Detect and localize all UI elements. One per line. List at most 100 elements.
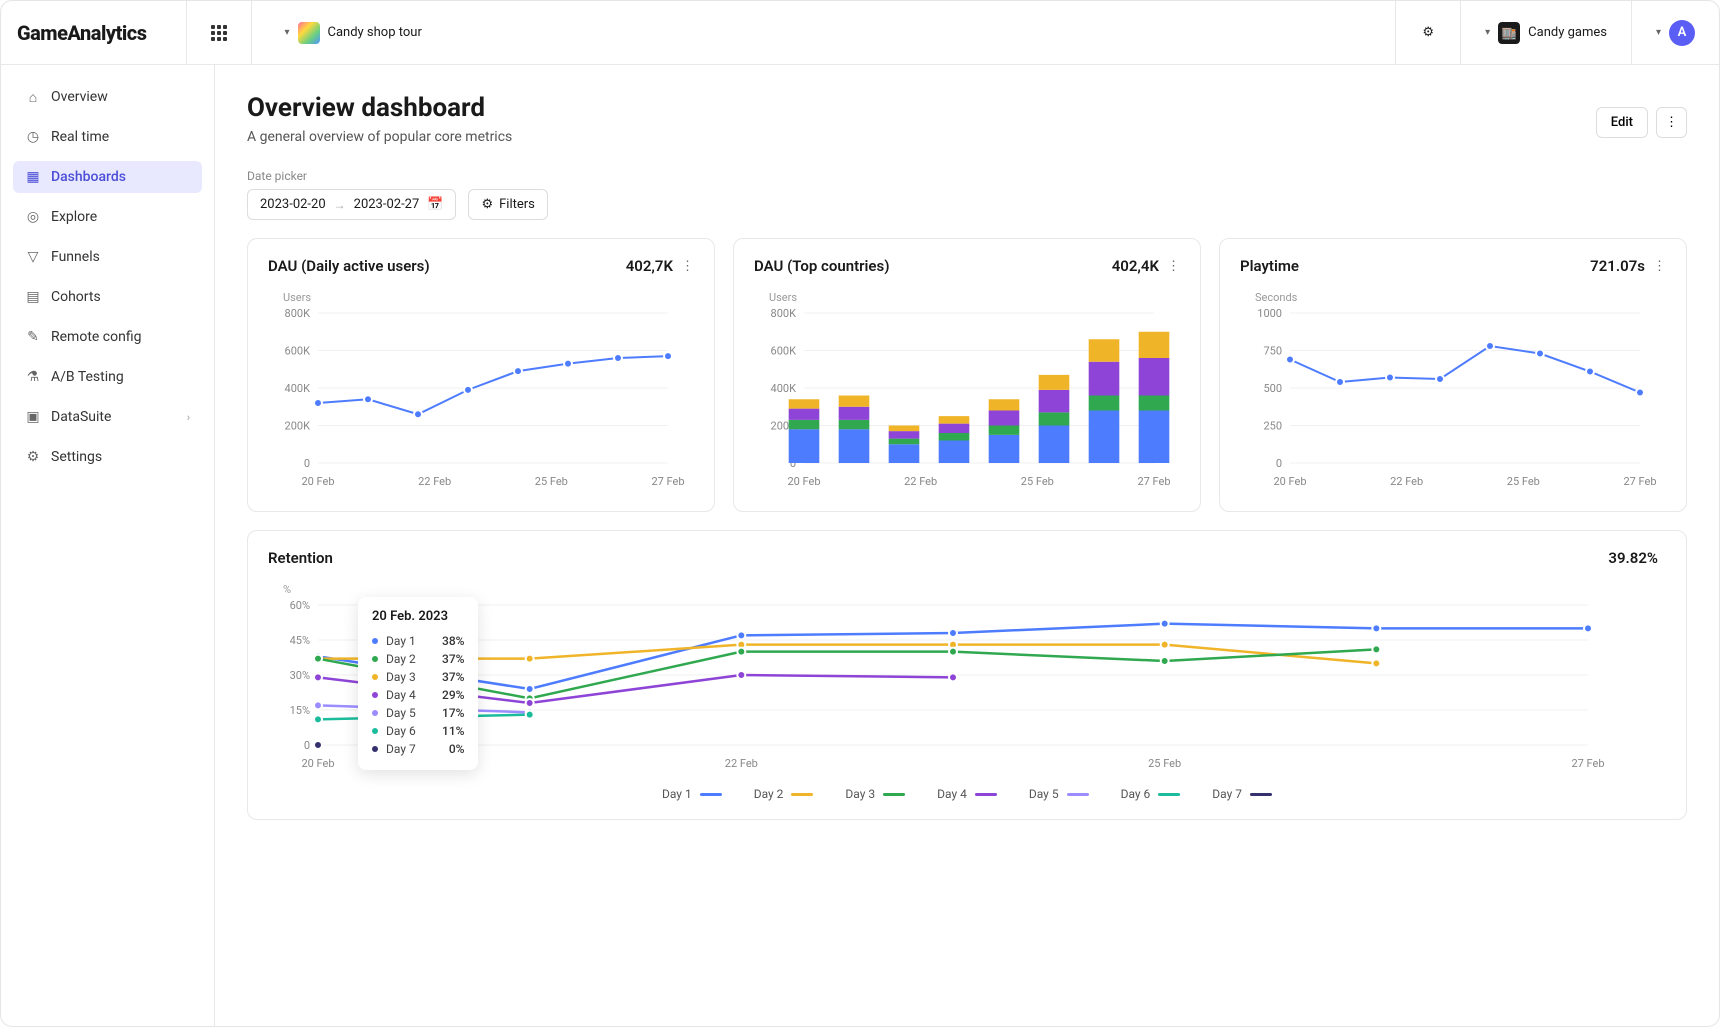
sidebar-item-label: Dashboards	[51, 169, 126, 185]
tooltip-row: Day 429%	[372, 686, 464, 704]
card-value: 402,7K	[626, 257, 673, 275]
sidebar-item-funnels[interactable]: ▽ Funnels	[13, 241, 202, 273]
legend-item[interactable]: Day 3	[845, 787, 905, 801]
more-icon[interactable]: ⋮	[1653, 259, 1666, 274]
sidebar-item-a-b-testing[interactable]: ⚗ A/B Testing	[13, 361, 202, 393]
flask-icon: ⚗	[25, 369, 41, 385]
svg-text:1000: 1000	[1257, 307, 1282, 320]
caret-down-icon: ▾	[1656, 27, 1661, 38]
svg-text:22 Feb: 22 Feb	[904, 475, 937, 488]
gear-icon[interactable]: ⚙	[1412, 17, 1444, 49]
svg-text:22 Feb: 22 Feb	[418, 475, 451, 488]
caret-down-icon: ▾	[284, 27, 289, 38]
funnel-icon: ▽	[25, 249, 41, 265]
sidebar-item-real-time[interactable]: ◷Real time	[13, 121, 202, 153]
page-subtitle: A general overview of popular core metri…	[247, 129, 512, 145]
legend-item[interactable]: Day 1	[662, 787, 722, 801]
svg-text:0: 0	[304, 739, 310, 752]
card-playtime: Playtime 721.07s ⋮ 02505007501000Seconds…	[1219, 238, 1687, 512]
legend-item[interactable]: Day 5	[1029, 787, 1089, 801]
svg-text:25 Feb: 25 Feb	[1507, 475, 1540, 488]
date-from: 2023-02-20	[260, 197, 326, 212]
table-icon: ▤	[25, 289, 41, 305]
legend-swatch	[700, 793, 722, 796]
calendar-icon: 📅	[427, 197, 443, 212]
sidebar-item-remote-config[interactable]: ✎Remote config	[13, 321, 202, 353]
date-picker[interactable]: 2023-02-20 → 2023-02-27 📅	[247, 189, 456, 220]
svg-text:27 Feb: 27 Feb	[1137, 475, 1170, 488]
tooltip-row: Day 70%	[372, 740, 464, 758]
main: Overview dashboard A general overview of…	[215, 65, 1719, 1026]
more-icon[interactable]: ⋮	[1167, 259, 1180, 274]
arrow-right-icon: →	[334, 198, 346, 212]
card-title: DAU (Daily active users)	[268, 257, 430, 275]
sidebar-item-label: A/B Testing	[51, 369, 124, 385]
card-value: 721.07s	[1590, 257, 1645, 275]
apps-icon[interactable]	[203, 17, 235, 49]
chevron-right-icon: ›	[187, 411, 190, 424]
svg-text:22 Feb: 22 Feb	[1390, 475, 1423, 488]
card-title: Playtime	[1240, 257, 1299, 275]
svg-text:20 Feb: 20 Feb	[1273, 475, 1306, 488]
sidebar-item-datasuite[interactable]: ▣ DataSuite ›	[13, 401, 202, 433]
retention-legend: Day 1 Day 2 Day 3 Day 4 Day 5 Day 6 Day 7	[268, 787, 1666, 801]
legend-item[interactable]: Day 4	[937, 787, 997, 801]
svg-text:27 Feb: 27 Feb	[1623, 475, 1656, 488]
grid-icon: ▦	[25, 169, 41, 185]
sidebar-item-cohorts[interactable]: ▤Cohorts	[13, 281, 202, 313]
legend-swatch	[883, 793, 905, 796]
svg-text:400K: 400K	[285, 382, 311, 395]
sidebar: ⌂Overview ◷Real time ▦ Dashboards ◎Explore ▽ F…	[1, 65, 215, 1026]
sidebar-item-overview[interactable]: ⌂Overview	[13, 81, 202, 113]
org-selector[interactable]: ▾ 🏬 Candy games	[1477, 16, 1615, 50]
sidebar-item-label: Funnels	[51, 249, 100, 265]
svg-text:600K: 600K	[285, 345, 311, 358]
legend-item[interactable]: Day 6	[1121, 787, 1181, 801]
more-icon[interactable]: ⋮	[681, 259, 694, 274]
svg-text:200K: 200K	[285, 420, 311, 433]
chart-dau: 0200K400K600K800KUsers20 Feb22 Feb25 Feb…	[268, 283, 694, 493]
svg-text:400K: 400K	[771, 382, 797, 395]
legend-item[interactable]: Day 2	[754, 787, 814, 801]
layers-icon: ▣	[25, 409, 41, 425]
tooltip-row: Day 138%	[372, 632, 464, 650]
svg-text:30%: 30%	[290, 669, 310, 682]
svg-text:27 Feb: 27 Feb	[651, 475, 684, 488]
filter-icon: ⚙	[481, 197, 493, 212]
legend-swatch	[975, 793, 997, 796]
sidebar-item-settings[interactable]: ⚙Settings	[13, 441, 202, 473]
svg-text:0: 0	[304, 457, 310, 470]
tooltip-title: 20 Feb. 2023	[372, 609, 464, 624]
topbar: GameAnalytics ▾ Candy shop tour ⚙ ▾ 🏬 Ca…	[1, 1, 1719, 65]
card-dau: DAU (Daily active users) 402,7K ⋮ 0 200K 4…	[247, 238, 715, 512]
svg-text:Users: Users	[769, 291, 797, 304]
caret-down-icon: ▾	[1485, 27, 1490, 38]
svg-text:250: 250	[1263, 420, 1282, 433]
tooltip-row: Day 517%	[372, 704, 464, 722]
more-icon[interactable]: ⋮	[1656, 107, 1687, 138]
avatar: A	[1669, 20, 1695, 46]
svg-text:0: 0	[1276, 457, 1282, 470]
wrench-icon: ✎	[25, 329, 41, 345]
sidebar-item-explore[interactable]: ◎Explore	[13, 201, 202, 233]
org-icon: 🏬	[1498, 22, 1520, 44]
svg-text:Users: Users	[283, 291, 311, 304]
org-name: Candy games	[1528, 25, 1607, 40]
svg-text:750: 750	[1263, 345, 1282, 358]
legend-swatch	[1067, 793, 1089, 796]
sidebar-item-dashboards[interactable]: ▦ Dashboards	[13, 161, 202, 193]
legend-swatch	[1250, 793, 1272, 796]
svg-text:45%: 45%	[290, 634, 310, 647]
game-selector[interactable]: ▾ Candy shop tour	[276, 16, 429, 50]
card-value: 402,4K	[1112, 257, 1159, 275]
sidebar-item-label: DataSuite	[51, 409, 111, 425]
svg-text:500: 500	[1263, 382, 1282, 395]
sidebar-item-label: Real time	[51, 129, 109, 145]
edit-button[interactable]: Edit	[1596, 107, 1648, 138]
svg-text:25 Feb: 25 Feb	[535, 475, 568, 488]
user-menu[interactable]: ▾ A	[1648, 14, 1703, 52]
filters-button[interactable]: ⚙ Filters	[468, 189, 547, 220]
svg-text:20 Feb: 20 Feb	[787, 475, 820, 488]
legend-item[interactable]: Day 7	[1212, 787, 1272, 801]
card-retention: Retention 39.82% 20 Feb. 2023Day 138%Day…	[247, 530, 1687, 820]
